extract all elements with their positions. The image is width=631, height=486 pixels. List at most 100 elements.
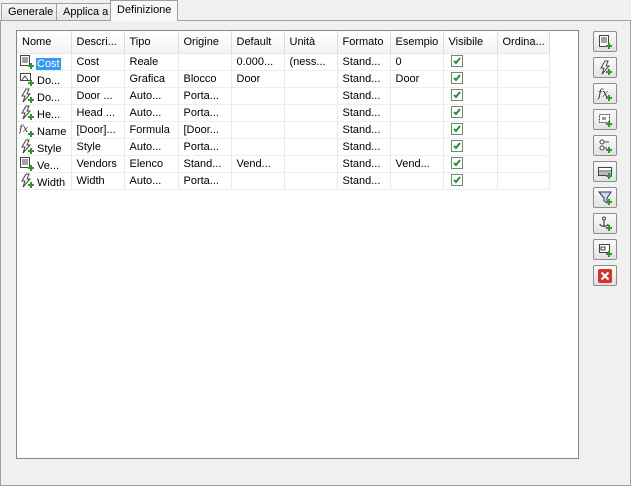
cell-esempio[interactable] <box>390 138 444 156</box>
cell-origine[interactable]: Porta... <box>178 104 232 122</box>
cell-formato[interactable]: Stand... <box>337 138 391 156</box>
cell-tipo[interactable]: Elenco <box>124 155 179 173</box>
cell-ordina[interactable] <box>497 53 550 71</box>
cell-tipo[interactable]: Auto... <box>124 87 179 105</box>
cell-formato[interactable]: Stand... <box>337 53 391 71</box>
cell-tipo[interactable]: Grafica <box>124 70 179 88</box>
cell-nome[interactable]: Width <box>17 172 72 190</box>
cell-default[interactable]: 0.000... <box>231 53 285 71</box>
cell-formato[interactable]: Stand... <box>337 172 391 190</box>
cell-esempio[interactable] <box>390 104 444 122</box>
cell-unita[interactable] <box>284 155 338 173</box>
add-list-property-button[interactable] <box>593 239 617 260</box>
cell-origine[interactable]: [Door... <box>178 121 232 139</box>
table-row[interactable]: Style Style Auto... Porta... Stand... <box>17 138 550 156</box>
cell-origine[interactable]: Porta... <box>178 138 232 156</box>
add-graphic-property-button[interactable] <box>593 187 617 208</box>
cell-ordina[interactable] <box>497 172 550 190</box>
cell-tipo[interactable]: Auto... <box>124 138 179 156</box>
add-formula-property-button[interactable]: fx <box>593 83 617 104</box>
table-row[interactable]: Do... Door Grafica Blocco Door Stand... Door <box>17 70 550 88</box>
cell-formato[interactable]: Stand... <box>337 87 391 105</box>
column-header-default[interactable]: Default <box>231 31 285 54</box>
column-header-visibile[interactable]: Visibile <box>443 31 498 54</box>
cell-unita[interactable] <box>284 121 338 139</box>
tab-generale[interactable]: Generale <box>1 3 57 21</box>
cell-nome[interactable]: He... <box>17 104 72 122</box>
cell-nome[interactable]: Style <box>17 138 72 156</box>
cell-tipo[interactable]: Reale <box>124 53 179 71</box>
table-row[interactable]: fx Name [Door]... Formula [Door... Stand... <box>17 121 550 139</box>
cell-descrizione[interactable]: Width <box>71 172 125 190</box>
visible-checkbox[interactable] <box>450 140 463 152</box>
visible-checkbox[interactable] <box>450 157 463 169</box>
cell-descrizione[interactable]: Door ... <box>71 87 125 105</box>
cell-ordina[interactable] <box>497 87 550 105</box>
cell-origine[interactable] <box>178 53 232 71</box>
add-manual-property-button[interactable] <box>593 31 617 52</box>
cell-unita[interactable]: (ness... <box>284 53 338 71</box>
property-grid[interactable]: Nome Descri... Tipo Origine Default Unità Form… <box>16 30 579 459</box>
add-location-property-button[interactable] <box>593 109 617 130</box>
cell-unita[interactable] <box>284 87 338 105</box>
visible-checkbox[interactable] <box>450 55 463 67</box>
column-header-esempio[interactable]: Esempio <box>390 31 444 54</box>
cell-esempio[interactable] <box>390 87 444 105</box>
column-header-tipo[interactable]: Tipo <box>124 31 179 54</box>
cell-default[interactable] <box>231 121 285 139</box>
delete-property-button[interactable] <box>593 265 617 286</box>
cell-unita[interactable] <box>284 104 338 122</box>
cell-ordina[interactable] <box>497 121 550 139</box>
table-row[interactable]: Width Width Auto... Porta... Stand... <box>17 172 550 190</box>
cell-unita[interactable] <box>284 138 338 156</box>
column-header-ordina[interactable]: Ordina... <box>497 31 550 54</box>
cell-descrizione[interactable]: Style <box>71 138 125 156</box>
cell-origine[interactable]: Porta... <box>178 87 232 105</box>
cell-ordina[interactable] <box>497 104 550 122</box>
table-row[interactable]: He... Head ... Auto... Porta... Stand... <box>17 104 550 122</box>
add-material-property-button[interactable] <box>593 161 617 182</box>
cell-formato[interactable]: Stand... <box>337 104 391 122</box>
table-row[interactable]: Ve... Vendors Elenco Stand... Vend... Stand..… <box>17 155 550 173</box>
cell-origine[interactable]: Blocco <box>178 70 232 88</box>
cell-esempio[interactable]: Door <box>390 70 444 88</box>
cell-formato[interactable]: Stand... <box>337 70 391 88</box>
column-header-nome[interactable]: Nome <box>17 31 72 54</box>
column-header-unita[interactable]: Unità <box>284 31 338 54</box>
tab-applica-a[interactable]: Applica a <box>56 3 111 21</box>
cell-formato[interactable]: Stand... <box>337 121 391 139</box>
table-row[interactable]: Cost Cost Reale 0.000... (ness... Stand... 0 <box>17 53 550 71</box>
cell-default[interactable]: Vend... <box>231 155 285 173</box>
add-classification-property-button[interactable] <box>593 135 617 156</box>
cell-esempio[interactable]: Vend... <box>390 155 444 173</box>
tab-definizione[interactable]: Definizione <box>110 0 178 21</box>
cell-tipo[interactable]: Auto... <box>124 104 179 122</box>
cell-ordina[interactable] <box>497 155 550 173</box>
column-header-formato[interactable]: Formato <box>337 31 391 54</box>
column-header-descrizione[interactable]: Descri... <box>71 31 125 54</box>
add-auto-property-button[interactable] <box>593 57 617 78</box>
column-header-origine[interactable]: Origine <box>178 31 232 54</box>
cell-unita[interactable] <box>284 70 338 88</box>
cell-descrizione[interactable]: Cost <box>71 53 125 71</box>
cell-descrizione[interactable]: [Door]... <box>71 121 125 139</box>
visible-checkbox[interactable] <box>450 174 463 186</box>
visible-checkbox[interactable] <box>450 123 463 135</box>
cell-esempio[interactable] <box>390 172 444 190</box>
cell-nome[interactable]: Ve... <box>17 155 72 173</box>
cell-descrizione[interactable]: Door <box>71 70 125 88</box>
cell-esempio[interactable] <box>390 121 444 139</box>
cell-default[interactable] <box>231 138 285 156</box>
cell-ordina[interactable] <box>497 70 550 88</box>
cell-default[interactable] <box>231 172 285 190</box>
cell-origine[interactable]: Porta... <box>178 172 232 190</box>
cell-tipo[interactable]: Auto... <box>124 172 179 190</box>
visible-checkbox[interactable] <box>450 106 463 118</box>
cell-unita[interactable] <box>284 172 338 190</box>
cell-nome[interactable]: Cost <box>17 53 72 71</box>
cell-default[interactable]: Door <box>231 70 285 88</box>
cell-descrizione[interactable]: Head ... <box>71 104 125 122</box>
table-row[interactable]: Do... Door ... Auto... Porta... Stand... <box>17 87 550 105</box>
cell-default[interactable] <box>231 87 285 105</box>
cell-nome[interactable]: Do... <box>17 87 72 105</box>
